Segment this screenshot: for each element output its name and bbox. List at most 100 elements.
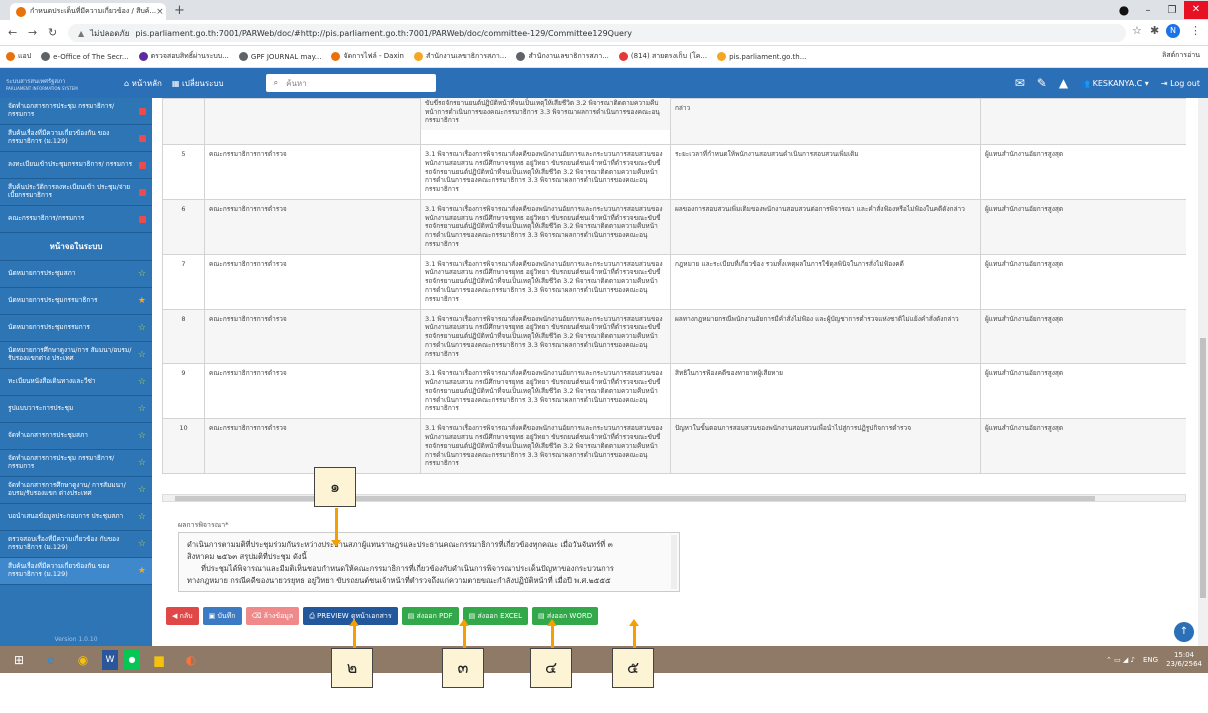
sidebar-item[interactable]: จัดทำเอกสารการประชุม กรรมาธิการ/กรรมการ: [0, 98, 152, 125]
sidebar-item[interactable]: จัดทำเอกสารการประชุมสภา ☆: [0, 423, 152, 450]
sidebar-item[interactable]: สืบค้นเรื่องที่มีความเกี่ยวข้องกัน ของกร…: [0, 125, 152, 152]
table-row[interactable]: 5 คณะกรรมาธิการการตำรวจ 3.1 พิจารณาเรื่อ…: [162, 144, 1186, 200]
edit-icon[interactable]: ✎: [1037, 76, 1047, 90]
star-icon[interactable]: ☆: [138, 539, 146, 550]
windows-start-icon[interactable]: ⊞: [6, 650, 32, 670]
sidebar-item-label: สืบค้นประวัติการลงทะเบียนเข้า ประชุม/จ่า…: [8, 183, 131, 199]
search-input[interactable]: ⌕ ค้นหา: [265, 74, 436, 92]
url-field[interactable]: ▲ ไม่ปลอดภัย pis.parliament.go.th:7001/P…: [68, 24, 1126, 42]
sidebar-item[interactable]: จัดทำเอกสารการศึกษาดูงาน/ การสัมมนา/อบรม…: [0, 477, 152, 504]
table-row[interactable]: 10 คณะกรรมาธิการการตำรวจ 3.1 พิจารณาเรื่…: [162, 418, 1186, 475]
star-icon[interactable]: ☆: [138, 269, 146, 280]
sidebar-item[interactable]: ตรวจสอบเรื่องที่มีความเกี่ยวข้อง กับของก…: [0, 531, 152, 558]
table-row[interactable]: 7 คณะกรรมาธิการการตำรวจ 3.1 พิจารณาเรื่อ…: [162, 253, 1186, 310]
sidebar-item[interactable]: นัดหมายการประชุมกรรมาธิการ ★: [0, 288, 152, 315]
textarea-scrollbar[interactable]: [671, 535, 677, 589]
close-window-icon[interactable]: ✕: [1184, 1, 1208, 19]
edge-icon[interactable]: e: [38, 650, 64, 670]
table-row[interactable]: 9 คณะกรรมาธิการการตำรวจ 3.1 พิจารณาเรื่อ…: [162, 363, 1186, 420]
result-textarea[interactable]: ดำเนินการตามมติที่ประชุมร่วมกันระหว่างปร…: [178, 532, 680, 592]
user-menu[interactable]: 👥 KESKANYA.C ▾: [1080, 79, 1149, 88]
star-icon[interactable]: ☆: [138, 458, 146, 469]
bookmark-item[interactable]: แอป: [6, 51, 31, 62]
vertical-scrollbar[interactable]: [1198, 98, 1208, 646]
save-button[interactable]: ▣ บันทึก: [202, 607, 242, 625]
explorer-icon[interactable]: ▆: [146, 650, 172, 670]
bookmark-icon: [331, 52, 341, 61]
home-link[interactable]: ⌂ หน้าหลัก: [124, 77, 162, 90]
export-word-button[interactable]: ▤ ส่งออก WORD: [532, 607, 599, 625]
change-system-link[interactable]: ▦ เปลี่ยนระบบ: [172, 77, 224, 90]
star-icon[interactable]: ☆: [138, 431, 146, 442]
tab-close-icon[interactable]: ×: [156, 7, 164, 17]
profile-avatar[interactable]: N: [1166, 24, 1180, 38]
forward-arrow-icon[interactable]: →: [28, 26, 37, 39]
sidebar-item[interactable]: คณะกรรมาธิการ/กรรมการ: [0, 206, 152, 233]
star-icon[interactable]: ☆: [138, 404, 146, 415]
sidebar-item[interactable]: ทะเบียนหนังสือเดินทางและวีซ่า ☆: [0, 369, 152, 396]
firefox-icon[interactable]: ◐: [178, 650, 204, 670]
bookmark-item[interactable]: ตรวจสอบสิทธิ์ผ่านระบบ...: [138, 51, 229, 62]
star-icon[interactable]: ☆: [138, 323, 146, 334]
star-icon[interactable]: ☆: [138, 377, 146, 388]
scrollbar-thumb[interactable]: [1200, 338, 1206, 598]
mail-icon[interactable]: ✉: [1015, 76, 1025, 90]
alert-icon[interactable]: ▲: [1059, 76, 1068, 90]
scroll-top-button[interactable]: ↑: [1174, 622, 1194, 642]
sidebar-item[interactable]: รูปแบบวาระการประชุม ☆: [0, 396, 152, 423]
clock[interactable]: 15:04 23/6/2564: [1166, 651, 1202, 668]
star-icon[interactable]: ☆: [138, 350, 146, 361]
sidebar-item-label: จัดทำเอกสารการประชุม กรรมาธิการ/กรรมการ: [8, 454, 115, 470]
table-row[interactable]: 8 คณะกรรมาธิการการตำรวจ 3.1 พิจารณาเรื่อ…: [162, 308, 1186, 365]
sidebar-item[interactable]: นัดหมายการประชุมกรรมการ ☆: [0, 315, 152, 342]
line-icon[interactable]: ●: [124, 649, 140, 670]
extensions-icon[interactable]: ✱: [1150, 24, 1159, 37]
back-label: กลับ: [179, 611, 193, 620]
export-pdf-button[interactable]: ▤ ส่งออก PDF: [401, 607, 459, 625]
scrollbar-thumb[interactable]: [175, 496, 1095, 501]
sidebar-item-active[interactable]: สืบค้นเรื่องที่มีความเกี่ยวข้องกัน ของกร…: [0, 558, 152, 585]
sidebar-item[interactable]: จัดทำเอกสารการประชุม กรรมาธิการ/กรรมการ ☆: [0, 450, 152, 477]
table-row[interactable]: 6 คณะกรรมาธิการการตำรวจ 3.1 พิจารณาเรื่อ…: [162, 198, 1186, 255]
bookmark-item[interactable]: GPF JOURNAL may...: [238, 52, 321, 61]
browser-tab[interactable]: กำหนดประเด็นที่มีความเกี่ยวข้อง / สืบค้.…: [10, 3, 166, 20]
record-icon[interactable]: ●: [1112, 3, 1136, 17]
app-logo[interactable]: ระบบสารสนเทศรัฐสภา PARLIAMENT INFORMATIO…: [0, 68, 88, 98]
bookmark-star-icon[interactable]: ☆: [1132, 24, 1142, 37]
sidebar-item[interactable]: ลงทะเบียนเข้าประชุมกรรมาธิการ/ กรรมการ: [0, 152, 152, 179]
back-button[interactable]: ◀ กลับ: [166, 607, 199, 625]
bookmark-item[interactable]: จัดการไฟล์ - Daxin: [331, 51, 404, 62]
language-indicator[interactable]: ENG: [1143, 656, 1158, 664]
callout-4: ๔: [530, 648, 572, 688]
clear-label: ล้างข้อมูล: [263, 611, 294, 620]
star-icon[interactable]: ☆: [138, 485, 146, 496]
chrome-icon[interactable]: ◉: [70, 650, 96, 670]
reading-list[interactable]: ลิสต์การอ่าน: [1162, 50, 1200, 61]
bookmark-icon: [41, 52, 51, 61]
star-icon[interactable]: ☆: [138, 512, 146, 523]
minimize-icon[interactable]: –: [1136, 5, 1160, 16]
issue-cell: ระยะเวลาที่กำหนดให้พนักงานสอบสวนดำเนินกา…: [670, 144, 981, 200]
bookmark-item[interactable]: e-Office of The Secr...: [41, 52, 129, 61]
tray-icons[interactable]: ⌃ ▭ ◢ ♪: [1106, 656, 1135, 664]
maximize-icon[interactable]: ❐: [1160, 5, 1184, 16]
clear-button[interactable]: ⌫ ล้างข้อมูล: [245, 607, 300, 625]
browser-menu-icon[interactable]: ⋮: [1190, 24, 1201, 37]
back-arrow-icon[interactable]: ←: [8, 26, 17, 39]
sidebar-item[interactable]: นัดหมายการประชุมสภา ☆: [0, 261, 152, 288]
sidebar-item[interactable]: บอนำเสนอข้อมูลประกอบการ ประชุมสภา ☆: [0, 504, 152, 531]
bookmark-item[interactable]: (814) สายตรงเก็บ (โค...: [618, 51, 707, 62]
sidebar-item[interactable]: นัดหมายการศึกษาดูงาน/การ สัมมนา/อบรม/รับ…: [0, 342, 152, 369]
word-icon[interactable]: W: [102, 649, 118, 670]
bookmark-item[interactable]: สำนักงานเลขาธิการสภา...: [516, 51, 609, 62]
logout-link[interactable]: ⇥ Log out: [1161, 79, 1200, 88]
export-excel-button[interactable]: ▤ ส่งออก EXCEL: [462, 607, 528, 625]
sidebar-item[interactable]: สืบค้นประวัติการลงทะเบียนเข้า ประชุม/จ่า…: [0, 179, 152, 206]
bookmark-item[interactable]: pis.parliament.go.th...: [717, 52, 806, 61]
star-icon[interactable]: ★: [138, 566, 146, 577]
invitee-cell: ผู้แทนสำนักงานอัยการสูงสุด: [980, 144, 1186, 200]
bookmark-item[interactable]: สำนักงานเลขาธิการสภา...: [414, 51, 506, 62]
star-icon[interactable]: ★: [138, 296, 146, 307]
reload-icon[interactable]: ↻: [48, 26, 57, 39]
new-tab-button[interactable]: +: [174, 3, 185, 18]
